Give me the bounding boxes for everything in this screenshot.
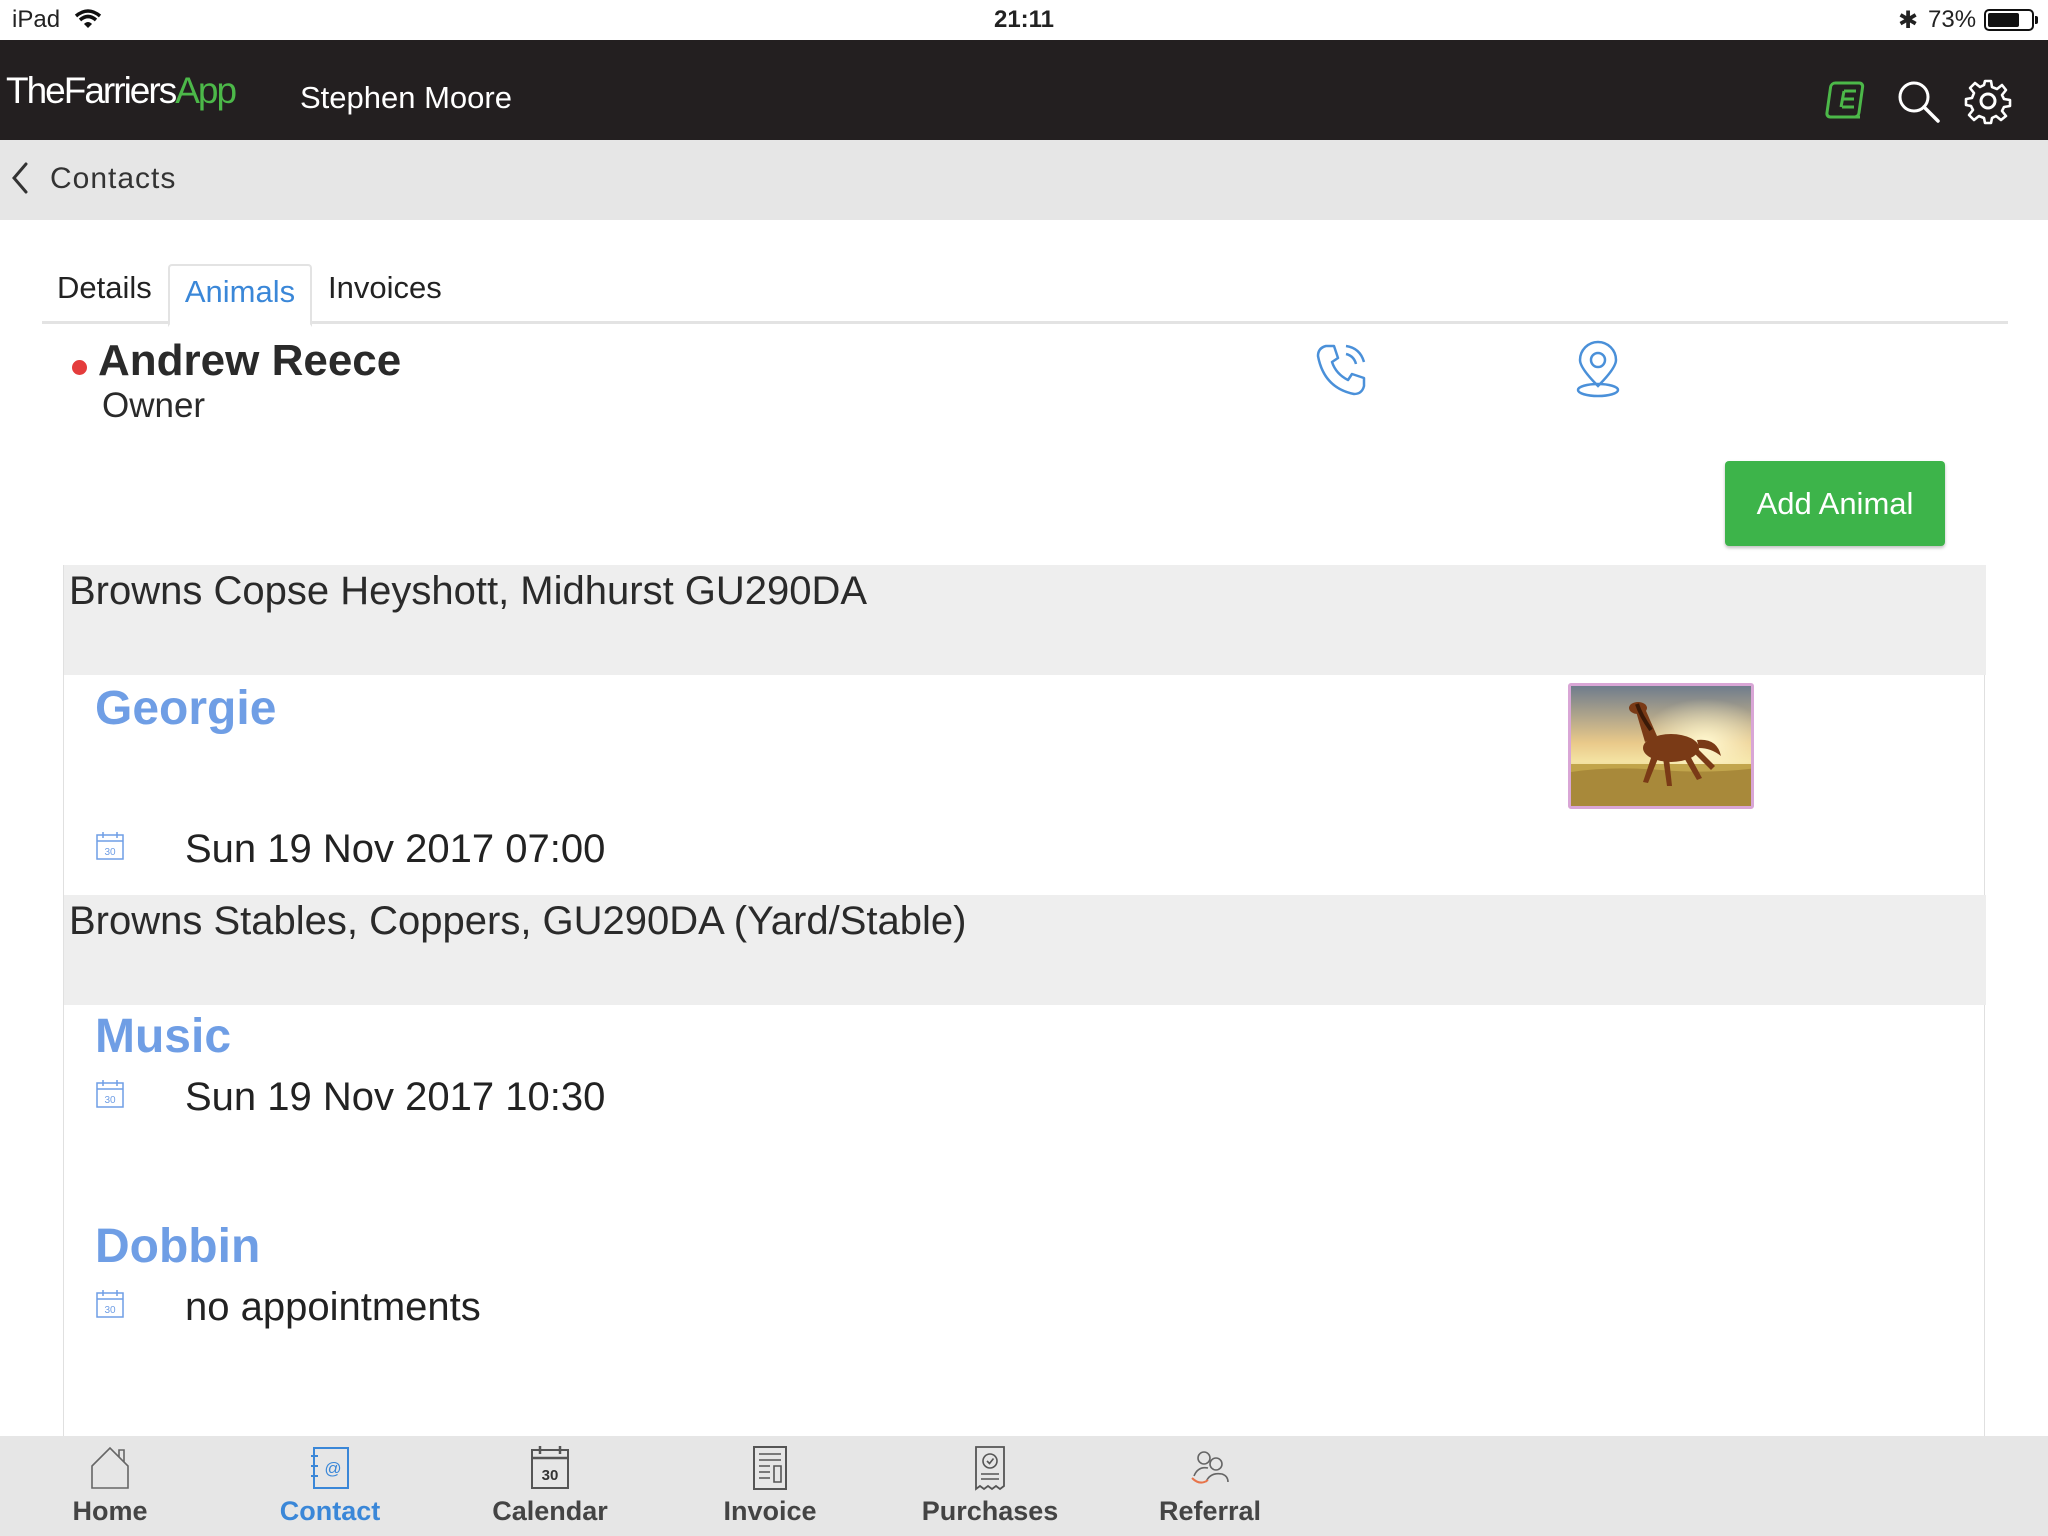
tab-animals[interactable]: Animals (168, 264, 312, 327)
chevron-left-icon (12, 162, 28, 194)
animal-name-georgie[interactable]: Georgie (95, 681, 276, 736)
animal-name-dobbin[interactable]: Dobbin (95, 1219, 260, 1274)
appointment-datetime: Sun 19 Nov 2017 10:30 (185, 1075, 606, 1119)
battery-percentage: 73% (1928, 6, 1977, 33)
add-animal-button[interactable]: Add Animal (1725, 461, 1945, 546)
status-bar: iPad 21:11 ✱ 73% (0, 0, 2048, 40)
svg-text:30: 30 (542, 1467, 559, 1484)
back-button[interactable]: Contacts (0, 140, 200, 220)
location-header: Browns Stables, Coppers, GU290DA (Yard/S… (64, 895, 1986, 1005)
contact-tabs: Details Animals Invoices (42, 264, 2008, 327)
tab-purchases[interactable]: Purchases (880, 1436, 1100, 1536)
location-address: Browns Copse Heyshott, Midhurst GU290DA (69, 569, 868, 613)
referral-icon (1191, 1451, 1229, 1484)
ebook-icon[interactable] (1824, 77, 1872, 125)
tab-home[interactable]: Home (0, 1436, 220, 1536)
current-user-name: Stephen Moore (300, 80, 512, 115)
calendar-icon: 30 (96, 1290, 124, 1318)
location-header: Browns Copse Heyshott, Midhurst GU290DA (64, 565, 1986, 675)
clock: 21:11 (993, 6, 1055, 33)
receipt-icon (975, 1446, 1005, 1491)
animal-photo[interactable] (1568, 683, 1754, 809)
home-icon (91, 1446, 129, 1489)
contact-book-icon: @ (311, 1447, 349, 1489)
phone-icon[interactable] (1312, 340, 1372, 400)
location-pin-icon[interactable] (1570, 340, 1626, 400)
nav-bar: Contacts (0, 140, 2048, 220)
invoice-icon (753, 1446, 787, 1490)
tab-calendar[interactable]: 30 Calendar (440, 1436, 660, 1536)
calendar-icon: 30 (531, 1446, 569, 1489)
bottom-tab-bar: Home @ Contact 30 Calendar Invoice Purch… (0, 1436, 2048, 1536)
svg-text:30: 30 (104, 1305, 116, 1316)
tab-details[interactable]: Details (57, 264, 152, 324)
owner-status-dot (72, 360, 87, 375)
owner-role: Owner (102, 386, 206, 425)
back-label: Contacts (50, 162, 177, 195)
animal-name-music[interactable]: Music (95, 1009, 231, 1064)
calendar-icon: 30 (96, 1080, 124, 1108)
svg-text:30: 30 (104, 847, 116, 858)
appointment-datetime: no appointments (185, 1285, 481, 1329)
owner-name: Andrew Reece (98, 336, 402, 385)
app-logo: TheFarriersApp (6, 70, 237, 111)
location-address: Browns Stables, Coppers, GU290DA (Yard/S… (69, 899, 967, 943)
gear-icon[interactable] (1964, 77, 2012, 125)
animals-list: Browns Copse Heyshott, Midhurst GU290DA … (63, 565, 1986, 1436)
svg-text:30: 30 (104, 1095, 116, 1106)
appointment-datetime: Sun 19 Nov 2017 07:00 (185, 827, 606, 871)
search-icon[interactable] (1894, 77, 1942, 125)
battery-icon (1984, 9, 2038, 31)
calendar-icon: 30 (96, 832, 124, 860)
tab-invoice[interactable]: Invoice (660, 1436, 880, 1536)
bluetooth-icon: ✱ (1898, 7, 1919, 34)
tab-referral[interactable]: Referral (1100, 1436, 1320, 1536)
tab-invoices[interactable]: Invoices (328, 264, 442, 324)
svg-text:@: @ (324, 1459, 341, 1478)
tab-contact[interactable]: @ Contact (220, 1436, 440, 1536)
app-header: TheFarriersApp Stephen Moore (0, 40, 2048, 140)
